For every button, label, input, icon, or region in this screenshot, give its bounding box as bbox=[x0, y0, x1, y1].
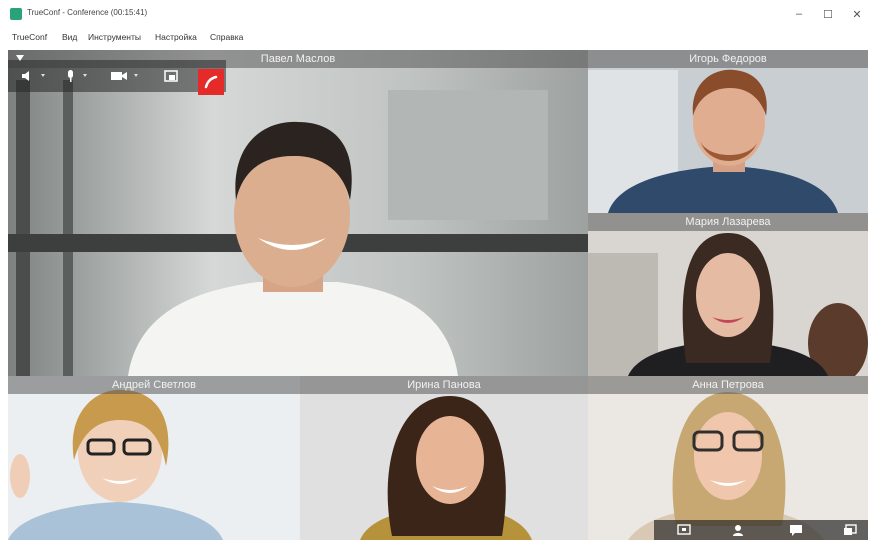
presentation-icon bbox=[677, 524, 691, 535]
chat-icon bbox=[790, 525, 802, 536]
menu-help[interactable]: Справка bbox=[210, 32, 243, 42]
participant-video bbox=[8, 50, 588, 376]
participant-video bbox=[588, 50, 868, 213]
bottom-controls bbox=[654, 520, 868, 540]
speaker-icon bbox=[22, 71, 45, 81]
camera-button[interactable] bbox=[106, 66, 144, 86]
video-tile-5[interactable]: Ирина Панова bbox=[300, 376, 588, 540]
participant-name: Мария Лазарева bbox=[588, 213, 868, 231]
pin-icon[interactable] bbox=[14, 50, 26, 61]
participant-video bbox=[300, 376, 588, 540]
app-logo-icon bbox=[10, 8, 22, 20]
participant-name: Андрей Светлов bbox=[8, 376, 300, 394]
participant-name: Ирина Панова bbox=[300, 376, 588, 394]
participant-video bbox=[8, 376, 300, 540]
menu-bar: TrueConf Вид Инструменты Настройка Справ… bbox=[0, 28, 869, 50]
microphone-icon bbox=[68, 70, 87, 82]
screen-share-button[interactable] bbox=[160, 66, 182, 86]
menu-tools[interactable]: Инструменты bbox=[88, 32, 141, 42]
participant-name: Игорь Федоров bbox=[588, 50, 868, 68]
menu-settings[interactable]: Настройка bbox=[155, 32, 197, 42]
fullscreen-button[interactable] bbox=[842, 523, 858, 537]
hangup-button[interactable] bbox=[198, 69, 224, 95]
chat-button[interactable] bbox=[788, 523, 804, 537]
presentation-button[interactable] bbox=[676, 523, 692, 537]
close-button[interactable]: ✕ bbox=[844, 4, 869, 24]
speaker-button[interactable] bbox=[16, 66, 50, 86]
camera-icon bbox=[111, 72, 138, 80]
participant-video bbox=[588, 213, 868, 376]
hangup-icon bbox=[204, 75, 218, 89]
fullscreen-icon bbox=[844, 524, 857, 535]
participant-video bbox=[588, 376, 868, 540]
call-toolbar bbox=[8, 60, 226, 92]
microphone-button[interactable] bbox=[58, 66, 92, 86]
video-tile-main[interactable]: Павел Маслов bbox=[8, 50, 588, 376]
window-title: TrueConf - Conference (00:15:41) bbox=[27, 8, 148, 17]
video-tile-6[interactable]: Анна Петрова bbox=[588, 376, 868, 540]
participant-name: Анна Петрова bbox=[588, 376, 868, 394]
title-bar: TrueConf - Conference (00:15:41) – ☐ ✕ bbox=[0, 0, 869, 28]
video-tile-4[interactable]: Андрей Светлов bbox=[8, 376, 300, 540]
minimize-button[interactable]: – bbox=[786, 4, 812, 24]
maximize-button[interactable]: ☐ bbox=[815, 4, 841, 24]
video-tile-2[interactable]: Игорь Федоров bbox=[588, 50, 868, 213]
participants-icon bbox=[733, 525, 743, 536]
video-tile-3[interactable]: Мария Лазарева bbox=[588, 213, 868, 376]
participants-button[interactable] bbox=[730, 523, 746, 537]
video-grid: Павел Маслов Игорь Федоров Мария Лазарев… bbox=[8, 50, 868, 540]
menu-trueconf[interactable]: TrueConf bbox=[12, 32, 47, 42]
screen-share-icon bbox=[164, 70, 178, 82]
menu-view[interactable]: Вид bbox=[62, 32, 77, 42]
